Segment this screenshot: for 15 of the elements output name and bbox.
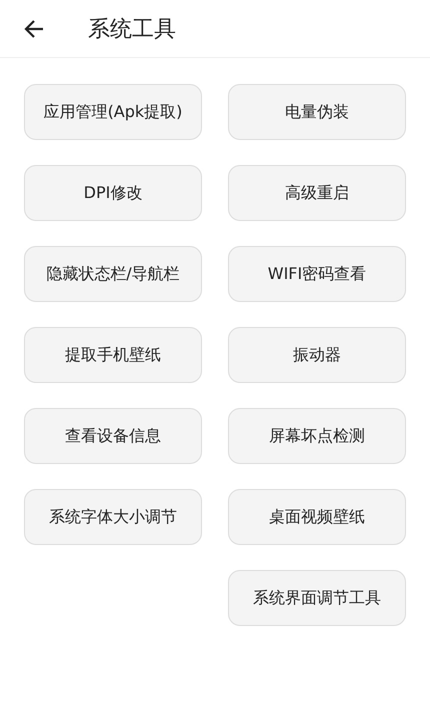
back-icon[interactable] [23, 18, 45, 40]
tool-button[interactable]: 振动器 [228, 327, 406, 383]
page-title: 系统工具 [88, 16, 176, 44]
tool-button[interactable]: 电量伪装 [228, 84, 406, 140]
tool-button[interactable]: 隐藏状态栏/导航栏 [24, 246, 202, 302]
tool-button[interactable]: 查看设备信息 [24, 408, 202, 464]
tool-button[interactable]: 桌面视频壁纸 [228, 489, 406, 545]
tool-button[interactable]: 提取手机壁纸 [24, 327, 202, 383]
tool-button[interactable]: 高级重启 [228, 165, 406, 221]
tool-button[interactable]: 屏幕坏点检测 [228, 408, 406, 464]
tool-button[interactable]: 应用管理(Apk提取) [24, 84, 202, 140]
tool-button[interactable]: 系统字体大小调节 [24, 489, 202, 545]
tool-button[interactable]: WIFI密码查看 [228, 246, 406, 302]
tool-button[interactable]: 系统界面调节工具 [228, 570, 406, 626]
tool-button[interactable]: DPI修改 [24, 165, 202, 221]
